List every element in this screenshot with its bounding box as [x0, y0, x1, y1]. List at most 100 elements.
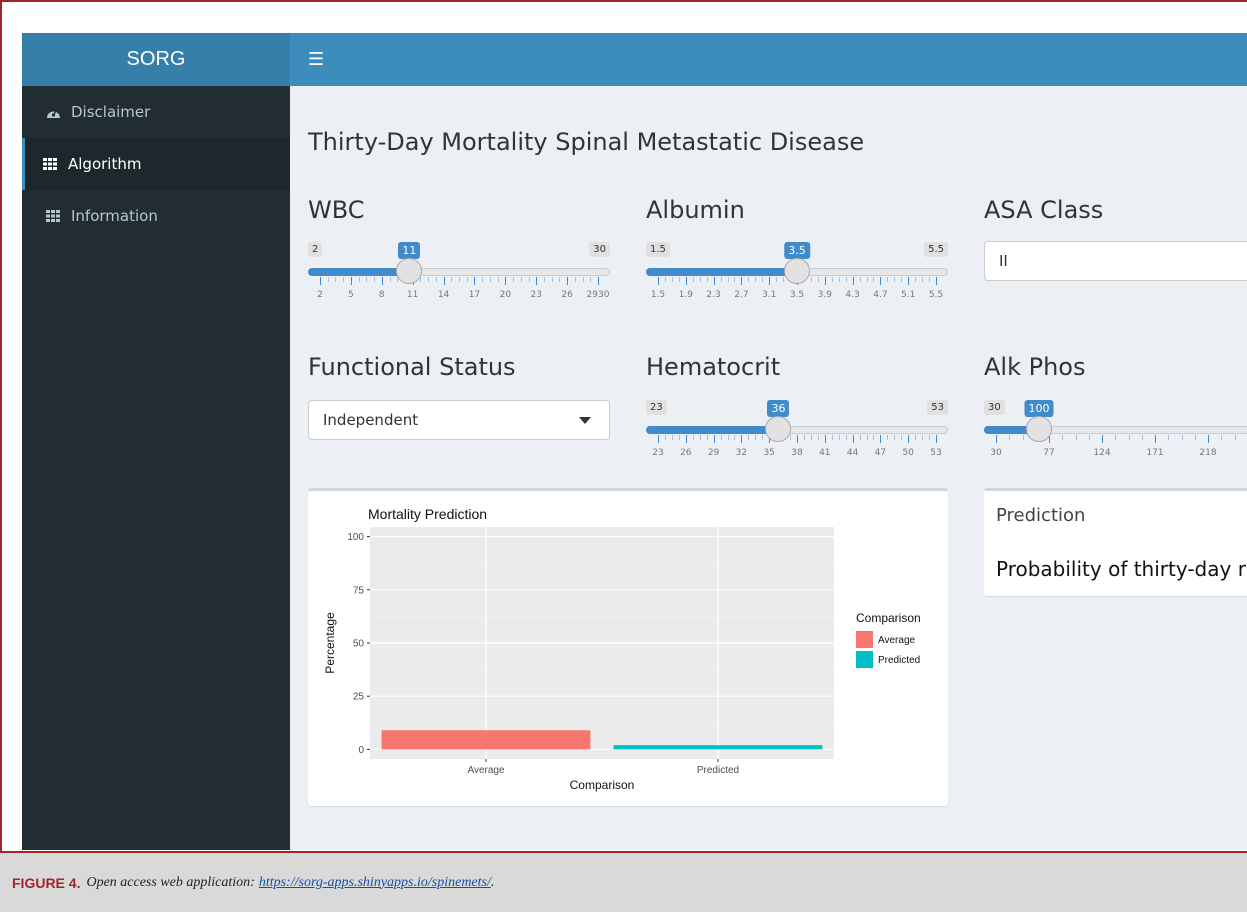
hematocrit-slider[interactable]: 23 53 36 23 26 29 32 35 38 41 44 47 50 53	[646, 400, 948, 480]
slider-tick	[852, 277, 854, 285]
slider-minor-tick	[845, 435, 847, 440]
slider-handle[interactable]	[765, 416, 792, 442]
mortality-chart: Mortality Prediction 0 25 50 75 100 Average Pre…	[323, 506, 921, 792]
slider-tick	[1102, 435, 1103, 443]
app-logo[interactable]: SORG	[22, 33, 290, 86]
slider-tick-label: 23	[652, 448, 664, 458]
slider-tick	[713, 435, 715, 443]
chart-x-tick-label: Predicted	[697, 765, 739, 776]
slider-minor-tick	[706, 277, 708, 282]
slider-tick-label: 30	[990, 448, 1002, 458]
mortality-chart-box: Mortality Prediction 0 25 50 75 100 Average Pre…	[308, 488, 948, 806]
slider-minor-tick	[783, 277, 785, 282]
asa-class-label: ASA Class	[984, 196, 1104, 224]
chart-legend-key	[856, 651, 873, 668]
chart-legend-label: Average	[878, 635, 916, 646]
slider-tick	[658, 435, 659, 443]
slider-tick-label: 44	[846, 448, 859, 458]
slider-max-label: 5.5	[924, 242, 948, 257]
slider-tick	[908, 277, 910, 285]
slider-tick-label: 3.1	[762, 290, 777, 300]
slider-handle[interactable]	[784, 258, 810, 284]
slider-minor-tick	[817, 277, 819, 282]
slider-tick	[824, 435, 826, 443]
alk-phos-slider[interactable]: 301003077124171218265312359406	[984, 400, 1247, 480]
slider-minor-tick	[1088, 435, 1090, 440]
slider-tick	[685, 277, 687, 285]
chart-title: Mortality Prediction	[368, 506, 487, 522]
slider-minor-tick	[720, 277, 722, 282]
slider-value-label: 11	[398, 242, 421, 259]
slider-minor-tick	[489, 277, 491, 282]
slider-tick	[350, 277, 352, 285]
albumin-slider[interactable]: 1.5 5.5 3.5 1.5 1.9 2.3 2.7 3.1 3.5 3.9 4.3 4.7 5.1 5…	[646, 242, 948, 322]
slider-minor-tick	[734, 277, 736, 282]
slider-minor-tick	[776, 277, 778, 282]
slider-minor-tick	[582, 277, 584, 282]
slider-tick-label: 11	[406, 290, 419, 300]
slider-tick-labels: 23 26 29 32 35 38 41 44 47 50 53	[646, 448, 948, 462]
slider-minor-tick	[358, 277, 360, 282]
hamburger-icon[interactable]: ☰	[308, 49, 324, 70]
slider-tick-label: 3.9	[817, 290, 832, 300]
slider-minor-tick	[551, 277, 553, 282]
slider-tick-label: 35	[763, 448, 775, 458]
slider-minor-tick	[803, 435, 805, 440]
slider-handle[interactable]	[1026, 416, 1052, 442]
app-link[interactable]: https://sorg-apps.shinyapps.io/spinemets…	[259, 875, 491, 891]
slider-tick	[936, 435, 937, 443]
slider-ticks	[646, 435, 948, 443]
slider-tick-label: 2.7	[734, 290, 749, 300]
slider-tick	[685, 435, 687, 443]
slider-minor-tick	[671, 435, 673, 440]
slider-minor-tick	[428, 277, 430, 282]
slider-tick-label: 1.5	[650, 290, 666, 300]
slider-tick	[505, 277, 507, 285]
sidebar-item-disclaimer[interactable]: Disclaimer	[22, 86, 290, 138]
slider-minor-tick	[1181, 435, 1183, 440]
slider-minor-tick	[366, 277, 368, 282]
slider-minor-tick	[1168, 435, 1170, 440]
slider-tick	[567, 277, 569, 285]
slider-tick	[769, 277, 771, 285]
slider-minor-tick	[699, 277, 701, 282]
slider-minor-tick	[435, 277, 437, 282]
slider-tick-label: 23	[530, 290, 542, 300]
slider-minor-tick	[922, 435, 924, 440]
slider-tick-label: 218	[1199, 448, 1217, 458]
sidebar-item-algorithm[interactable]: Algorithm	[22, 138, 290, 190]
sidebar-item-information[interactable]: Information	[22, 190, 290, 242]
slider-minor-tick	[459, 277, 460, 282]
slider-tick-label: 5.1	[901, 290, 916, 300]
slider-tick-label: 77	[1043, 448, 1055, 458]
functional-status-label: Functional Status	[308, 353, 516, 381]
wbc-slider[interactable]: 2 30 11 2 5 8 11 14 17 20 23 26 2930	[308, 242, 610, 322]
caption-end: .	[490, 874, 495, 890]
functional-status-select[interactable]: Independent	[308, 400, 610, 440]
slider-tick	[908, 435, 910, 443]
slider-tick	[852, 435, 854, 443]
slider-handle[interactable]	[396, 258, 423, 284]
chart-y-tick-label: 100	[347, 532, 364, 543]
slider-minor-tick	[1141, 435, 1143, 440]
slider-minor-tick	[915, 435, 917, 440]
slider-minor-tick	[831, 435, 833, 440]
slider-minor-tick	[482, 277, 484, 282]
slider-minor-tick	[706, 435, 708, 440]
slider-minor-tick	[831, 277, 833, 282]
slider-tick	[936, 277, 937, 285]
slider-tick-label: 29	[707, 448, 720, 458]
slider-tick	[536, 277, 538, 285]
slider-minor-tick	[734, 435, 736, 440]
slider-minor-tick	[748, 435, 750, 440]
slider-minor-tick	[520, 277, 522, 282]
slider-minor-tick	[755, 435, 757, 440]
slider-minor-tick	[559, 277, 561, 282]
slider-minor-tick	[590, 277, 592, 282]
slider-tick-label: 2	[317, 290, 323, 300]
slider-max-label: 30	[589, 242, 610, 257]
slider-tick	[474, 277, 476, 285]
asa-class-select[interactable]: II	[984, 241, 1247, 281]
slider-minor-tick	[671, 277, 673, 282]
slider-minor-tick	[901, 435, 903, 440]
